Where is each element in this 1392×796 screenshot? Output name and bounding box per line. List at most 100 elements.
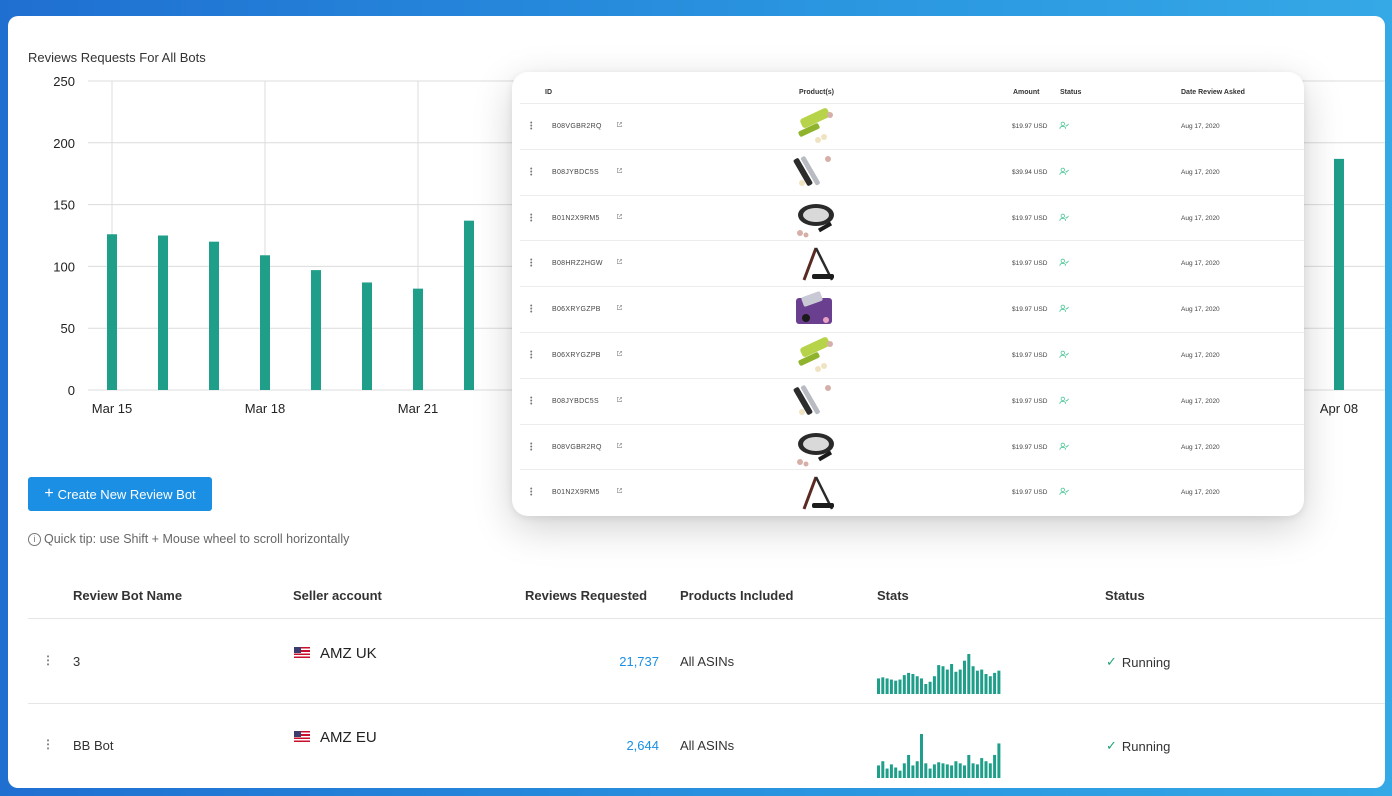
card-row[interactable]: • • • B06XRYGZPB $19.97 USD Aug 17, 2020: [520, 286, 1304, 333]
card-row[interactable]: • • • B01N2X9RM5 $19.97 USD Aug 17, 2020: [520, 469, 1304, 516]
product-image: [796, 291, 832, 325]
header-review-bot-name[interactable]: Review Bot Name: [73, 588, 182, 603]
sparkline-bar: [950, 664, 954, 694]
sparkline-bar: [988, 676, 992, 694]
chart-bar[interactable]: [260, 255, 270, 390]
external-link-icon[interactable]: [616, 350, 623, 357]
amount: $19.97 USD: [1012, 352, 1048, 359]
row-menu-icon[interactable]: • • •: [530, 441, 533, 454]
user-check-icon: [1059, 304, 1069, 313]
sparkline-bar: [881, 677, 885, 694]
external-link-icon[interactable]: [616, 304, 623, 311]
row-menu-icon[interactable]: • • •: [530, 120, 533, 133]
asin-id: B08JYBDC5S: [552, 397, 599, 405]
bot-name[interactable]: BB Bot: [73, 738, 113, 753]
row-menu-icon[interactable]: • • •: [530, 212, 533, 225]
user-check-icon: [1059, 121, 1069, 129]
external-link-icon[interactable]: [616, 442, 623, 449]
sparkline-bar: [997, 670, 1001, 694]
product-image: [797, 203, 834, 238]
user-check-icon: [1059, 488, 1069, 496]
user-check-icon: [1059, 167, 1069, 175]
row-menu-icon[interactable]: • • •: [46, 653, 50, 669]
sparkline-bar: [932, 764, 936, 778]
header-reviews-requested[interactable]: Reviews Requested: [525, 588, 647, 603]
amount: $19.97 USD: [1012, 306, 1048, 314]
card-row[interactable]: • • • B06XRYGZPB $19.97 USD Aug 17, 2020: [520, 332, 1304, 379]
asin-id: B01N2X9RM5: [552, 489, 600, 497]
card-row[interactable]: • • • B01N2X9RM5 $19.97 USD Aug 17, 2020: [520, 194, 1304, 242]
row-menu-icon[interactable]: • • •: [530, 166, 533, 179]
bot-name[interactable]: 3: [73, 654, 80, 669]
external-link-icon[interactable]: [616, 213, 623, 220]
sparkline-bar: [954, 671, 958, 694]
sparkline-bar: [924, 684, 928, 694]
user-check-icon: [1059, 396, 1069, 404]
card-header-id: ID: [545, 89, 552, 96]
card-row[interactable]: • • • B08JYBDC5S $19.97 USD Aug 17, 2020: [520, 377, 1304, 425]
amount: $19.97 USD: [1012, 397, 1048, 405]
sparkline-bar: [924, 763, 928, 778]
row-menu-icon[interactable]: • • •: [530, 486, 533, 499]
asin-id: B08HRZ2HGW: [552, 260, 603, 268]
chart-bar[interactable]: [311, 270, 321, 390]
row-menu-icon[interactable]: • • •: [530, 395, 533, 408]
sparkline-bar: [928, 768, 932, 778]
create-review-bot-label: Create New Review Bot: [57, 486, 196, 502]
header-stats[interactable]: Stats: [877, 588, 909, 603]
sparkline-bar: [911, 674, 915, 694]
user-check-icon: [1059, 442, 1069, 450]
status-label: Running: [1121, 654, 1171, 670]
reviews-requested-link[interactable]: 21,737: [579, 654, 659, 669]
sparkline-bar: [907, 672, 911, 694]
chart-bar[interactable]: [209, 241, 219, 390]
card-row[interactable]: • • • B08HRZ2HGW $19.97 USD Aug 17, 2020: [520, 240, 1304, 287]
sparkline-bar: [881, 761, 885, 778]
chart-bar[interactable]: [362, 282, 372, 390]
sparkline-bar: [877, 765, 880, 778]
quick-tip: i Quick tip: use Shift + Mouse wheel to …: [28, 532, 349, 546]
amount: $19.97 USD: [1012, 489, 1048, 497]
plus-icon: +: [44, 485, 54, 502]
external-link-icon[interactable]: [616, 487, 623, 494]
external-link-icon[interactable]: [616, 258, 623, 265]
chart-bar[interactable]: [1334, 158, 1344, 390]
row-menu-icon[interactable]: • • •: [530, 349, 533, 362]
reviews-requested-link[interactable]: 2,644: [579, 738, 659, 753]
row-menu-icon[interactable]: • • •: [46, 737, 50, 753]
chart-bar[interactable]: [464, 220, 474, 390]
user-check-icon: [1059, 350, 1069, 358]
asin-id: B06XRYGZPB: [552, 306, 601, 314]
external-link-icon[interactable]: [616, 121, 623, 128]
table-divider: [28, 703, 1385, 704]
sparkline-bar: [941, 763, 945, 778]
card-row[interactable]: • • • B08VGBR2RQ $19.97 USD Aug 17, 2020: [520, 103, 1304, 150]
header-status[interactable]: Status: [1105, 588, 1145, 603]
row-menu-icon[interactable]: • • •: [530, 257, 533, 270]
table-divider: [28, 618, 1385, 619]
y-tick-label: 250: [53, 74, 75, 89]
y-tick-label: 0: [68, 383, 75, 398]
sparkline-bar: [920, 734, 923, 778]
create-review-bot-button[interactable]: + Create New Review Bot: [28, 477, 212, 511]
amount: $19.97 USD: [1012, 260, 1048, 268]
external-link-icon[interactable]: [616, 167, 623, 174]
sparkline-bar: [902, 675, 906, 694]
card-row[interactable]: • • • B08JYBDC5S $39.94 USD Aug 17, 2020: [520, 148, 1304, 196]
row-menu-icon[interactable]: • • •: [530, 303, 533, 316]
card-row[interactable]: • • • B08VGBR2RQ $19.97 USD Aug 17, 2020: [520, 423, 1304, 471]
external-link-icon[interactable]: [616, 396, 623, 403]
date-review-asked: Aug 17, 2020: [1181, 168, 1220, 176]
chart-bar[interactable]: [158, 235, 168, 391]
chart-bar[interactable]: [107, 234, 117, 390]
sparkline-bar: [980, 669, 984, 694]
header-seller-account[interactable]: Seller account: [293, 588, 382, 603]
y-tick-label: 100: [53, 259, 75, 274]
header-products-included[interactable]: Products Included: [680, 588, 793, 603]
stats-sparkline: [877, 654, 1001, 694]
date-review-asked: Aug 17, 2020: [1181, 443, 1220, 451]
asin-id: B06XRYGZPB: [552, 352, 601, 359]
x-tick-label: Apr 08: [1320, 401, 1358, 416]
chart-bar[interactable]: [413, 288, 423, 390]
date-review-asked: Aug 17, 2020: [1181, 306, 1220, 314]
